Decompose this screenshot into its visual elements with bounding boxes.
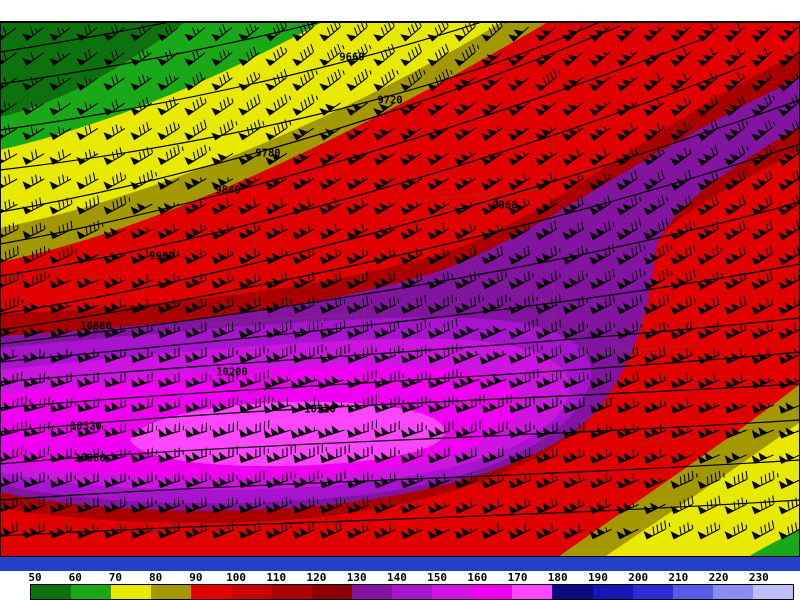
height-contour-label: 10200 [216, 367, 248, 379]
legend-color-segment [311, 585, 352, 599]
legend-color-segment [592, 585, 633, 599]
legend-value: 50 [28, 571, 42, 584]
legend-color-segment [271, 585, 312, 599]
legend-color-segment [351, 585, 392, 599]
legend-value: 70 [108, 571, 123, 584]
legend-value: 60 [68, 571, 82, 584]
legend-color-segment [111, 585, 152, 599]
height-contour-label: 10320 [70, 421, 102, 433]
legend-color-segment [552, 585, 593, 599]
height-contour-label: 9720 [377, 95, 402, 107]
legend-value: 90 [189, 571, 203, 584]
legend-color-segment [191, 585, 232, 599]
legend-value: 220 [708, 571, 729, 584]
height-contour-label: 9900 [149, 251, 174, 263]
legend-value: 110 [266, 571, 287, 584]
legend-value: 190 [588, 571, 608, 584]
attribution-bar: ©2026 European Centre for Medium-Range W… [0, 557, 800, 583]
height-contour-label: 10080 [80, 321, 112, 333]
legend-color-segment [432, 585, 473, 599]
title-bar: 250mb Isotachs (kts) | Geopotential Heig… [0, 0, 800, 38]
legend-color-segment [31, 585, 72, 599]
height-contour-label: 9840 [215, 185, 240, 197]
legend-color-segment [712, 585, 753, 599]
legend-value: 160 [467, 571, 488, 584]
legend-color-segment [672, 585, 713, 599]
height-contour-label: 9780 [255, 148, 280, 160]
legend-value: 200 [628, 571, 649, 584]
legend-value: 150 [427, 571, 448, 584]
legend-value: 180 [547, 571, 568, 584]
legend: 50 60 70 80 90 100 110 120 130 140 150 160 170 180 190… [0, 571, 800, 600]
legend-value: 120 [306, 571, 327, 584]
legend-color-segment [71, 585, 112, 599]
legend-value: 230 [748, 571, 769, 584]
legend-color-segment [512, 585, 553, 599]
legend-color-segment [391, 585, 433, 599]
legend-value: 130 [346, 571, 367, 584]
legend-color-strip [30, 584, 794, 600]
isotach-svg: 9660 9720 9780 9840 9900 9960 10080 10200 10320 1… [0, 22, 800, 557]
weather-map-page: 250mb Isotachs (kts) | Geopotential Heig… [0, 0, 800, 600]
legend-color-segment [632, 585, 673, 599]
legend-value: 80 [149, 571, 163, 584]
height-contour-label: 9660 [339, 52, 364, 64]
height-contour-label: 10380 [74, 453, 106, 465]
legend-labels: 50 60 70 80 90 100 110 120 130 140 150 160 170 180 190… [0, 571, 800, 584]
height-contour-label: 10320 [304, 404, 336, 416]
legend-value: 170 [507, 571, 528, 584]
legend-color-segment [151, 585, 192, 599]
legend-color-segment [231, 585, 272, 599]
map-canvas: 9660 9720 9780 9840 9900 9960 10080 10200 10320 1… [0, 22, 800, 557]
legend-color-segment [472, 585, 513, 599]
legend-value: 140 [386, 571, 407, 584]
legend-value: 210 [668, 571, 689, 584]
legend-value: 100 [226, 571, 246, 584]
legend-color-segment [752, 585, 794, 599]
height-contour-label: 9960 [492, 200, 517, 212]
